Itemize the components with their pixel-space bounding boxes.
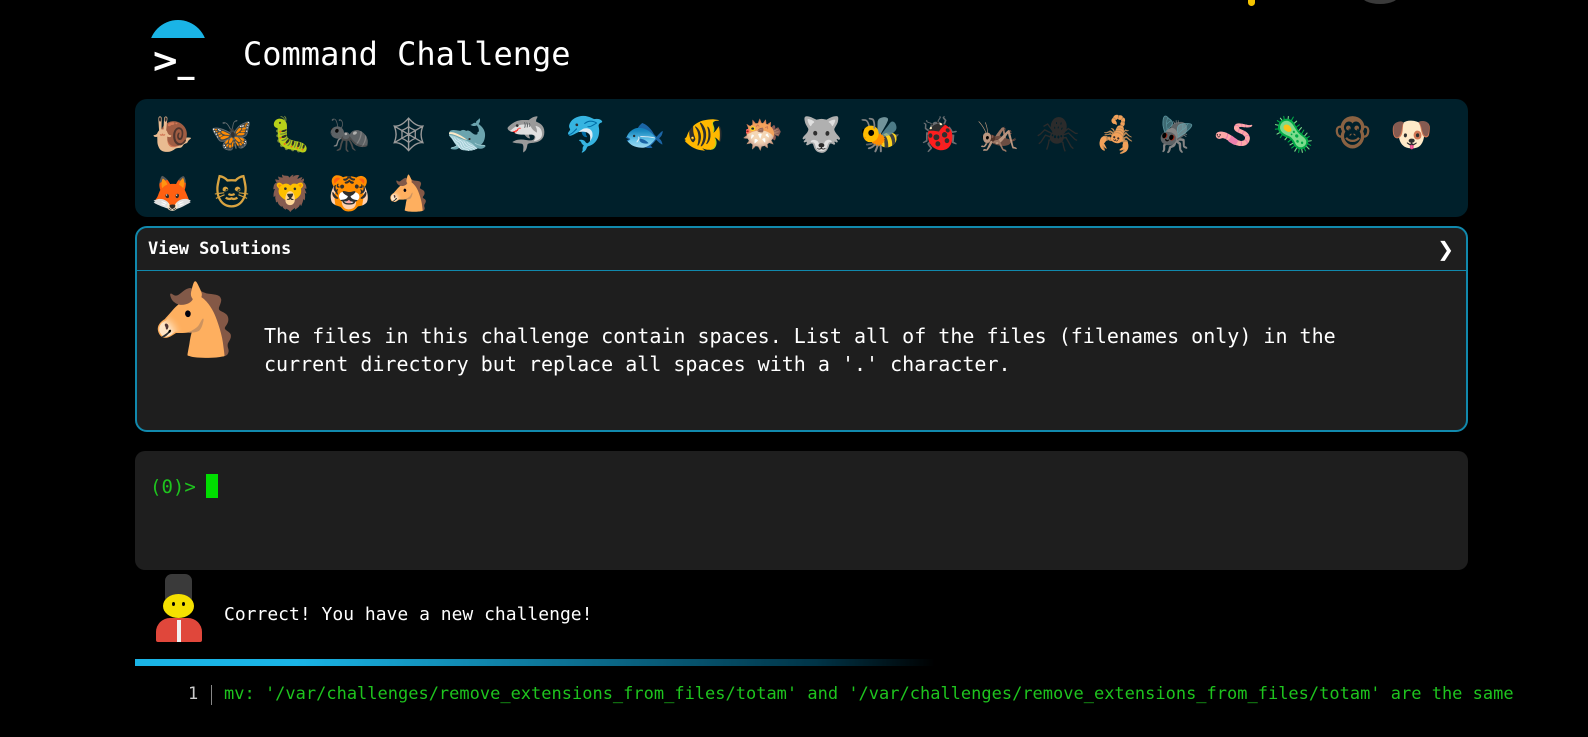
horse-icon: 🐴 (151, 279, 239, 361)
challenge-body: 🐴 The files in this challenge contain sp… (137, 271, 1466, 430)
whale-icon[interactable]: 🐋 (438, 105, 497, 164)
ant-icon[interactable]: 🐜 (320, 105, 379, 164)
line-separator (211, 685, 212, 705)
separator-gradient (135, 659, 935, 666)
fish-icon[interactable]: 🐟 (615, 105, 674, 164)
bug-icon[interactable]: 🐛 (261, 105, 320, 164)
terminal-prompt: (0)> (150, 473, 218, 498)
output-text: mv: '/var/challenges/remove_extensions_f… (224, 684, 1514, 704)
spider-icon[interactable]: 🕷 (1028, 105, 1087, 164)
dog-icon[interactable]: 🐶 (1382, 105, 1441, 164)
monkey-icon[interactable]: 🐵 (1323, 105, 1382, 164)
tiger-icon[interactable]: 🐯 (320, 164, 379, 223)
blowfish-icon[interactable]: 🐡 (733, 105, 792, 164)
view-solutions-label: View Solutions (148, 239, 292, 259)
chevron-right-icon[interactable]: ❯ (1437, 237, 1454, 261)
decorative-yellow-mark (1248, 0, 1255, 6)
scorpion-icon[interactable]: 🦂 (1087, 105, 1146, 164)
solutions-panel: View Solutions ❯ 🐴 The files in this cha… (135, 226, 1468, 432)
terminal-prompt-icon[interactable]: >_ (145, 16, 211, 86)
bee-icon[interactable]: 🐝 (851, 105, 910, 164)
horse-icon[interactable]: 🐴 (379, 164, 438, 223)
shark-icon[interactable]: 🦈 (497, 105, 556, 164)
cat-icon[interactable]: 🐱 (202, 164, 261, 223)
decorative-avatar-edge (1360, 0, 1400, 4)
challenge-description: The files in this challenge contain spac… (264, 324, 1336, 376)
app-header: >_ Command Challenge (145, 14, 571, 86)
spider-web-icon[interactable]: 🕸 (379, 105, 438, 164)
feedback-message: Correct! You have a new challenge! (224, 604, 593, 625)
output-line-number: 1 (188, 684, 199, 704)
lion-icon[interactable]: 🦁 (261, 164, 320, 223)
terminal-input-area[interactable]: (0)> (135, 451, 1468, 570)
tropical-fish-icon[interactable]: 🐠 (674, 105, 733, 164)
guard-icon (152, 572, 206, 644)
terminal-cursor[interactable] (205, 473, 218, 498)
lady-beetle-icon[interactable]: 🐞 (910, 105, 969, 164)
worm-icon[interactable]: 🪱 (1205, 105, 1264, 164)
wolf-icon[interactable]: 🐺 (792, 105, 851, 164)
app-title: Command Challenge (243, 35, 571, 73)
dolphin-icon[interactable]: 🐬 (556, 105, 615, 164)
cricket-icon[interactable]: 🦗 (969, 105, 1028, 164)
butterfly-icon[interactable]: 🦋 (202, 105, 261, 164)
snail-icon[interactable]: 🐌 (143, 105, 202, 164)
microbe-icon[interactable]: 🦠 (1264, 105, 1323, 164)
fly-icon[interactable]: 🪰 (1146, 105, 1205, 164)
fox-icon[interactable]: 🦊 (143, 164, 202, 223)
view-solutions-toggle[interactable]: View Solutions ❯ (137, 228, 1466, 271)
prompt-label: (0)> (150, 476, 196, 498)
challenge-progress-bar: 🐌 🦋 🐛 🐜 🕸 🐋 🦈 🐬 🐟 🐠 🐡 🐺 🐝 🐞 🦗 🕷 🦂 🪰 🪱 🦠 🐵 🐶 🦊 🐱 🦁 🐯 🐴 (135, 99, 1468, 217)
